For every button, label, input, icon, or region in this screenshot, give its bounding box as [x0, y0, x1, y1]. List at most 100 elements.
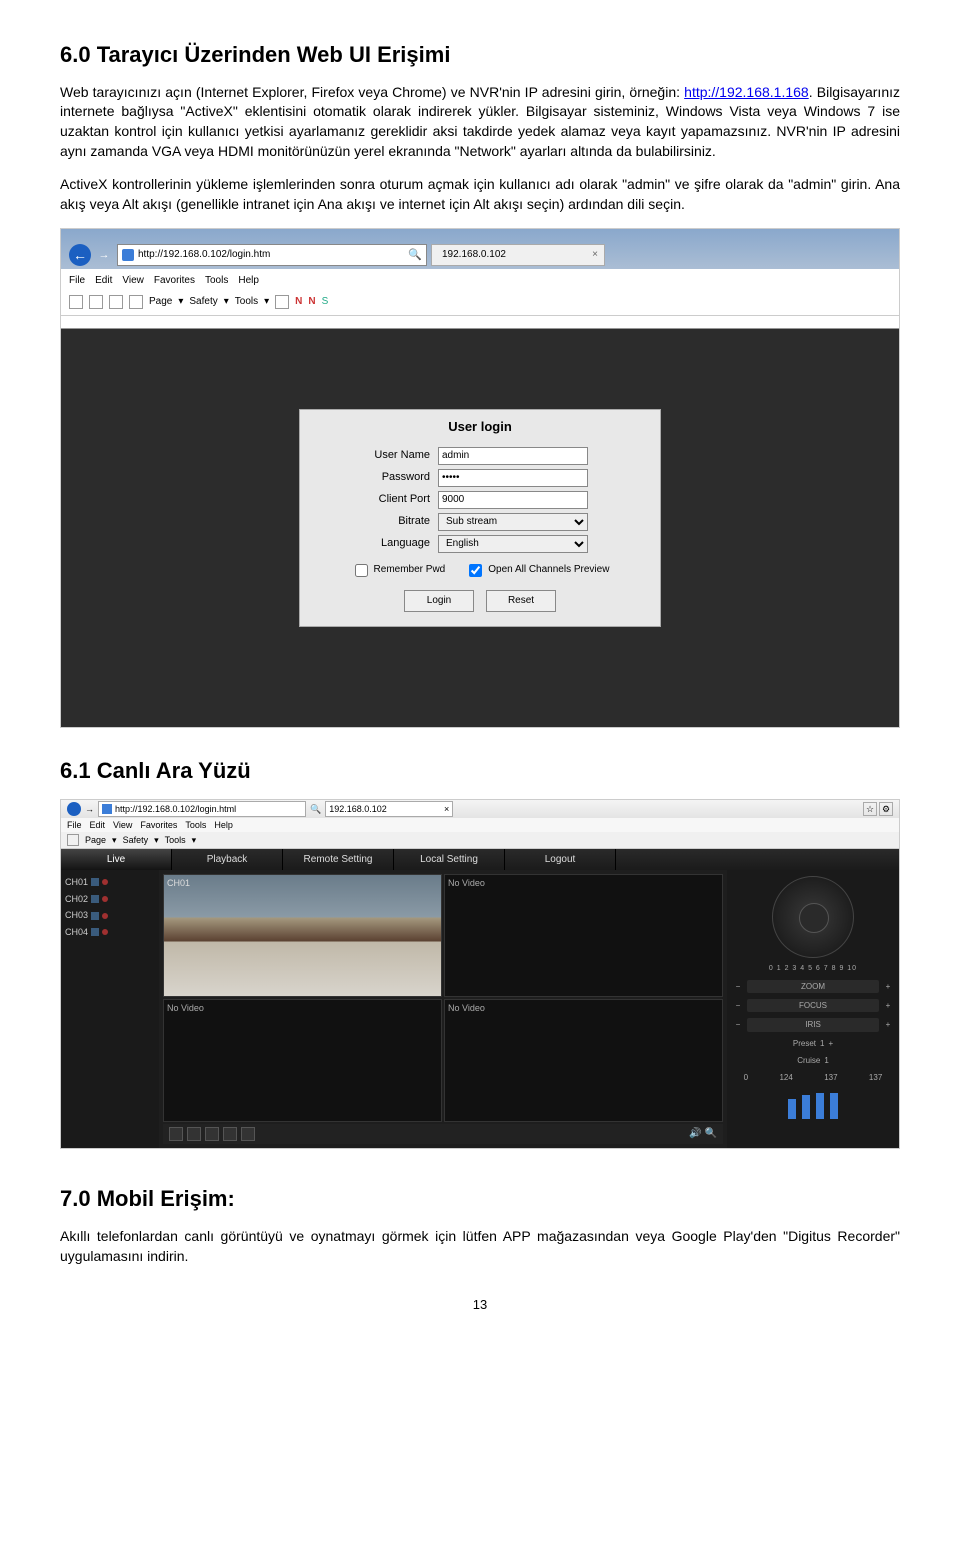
layout-1x1-icon[interactable]	[169, 1127, 183, 1141]
page-number: 13	[60, 1296, 900, 1314]
language-select[interactable]: English	[438, 535, 588, 553]
tb-safety[interactable]: Safety	[189, 295, 217, 309]
menu-view[interactable]: View	[122, 274, 144, 288]
menu-file-2[interactable]: File	[67, 819, 82, 832]
open-all-channels-checkbox[interactable]: Open All Channels Preview	[465, 561, 609, 580]
menu-edit[interactable]: Edit	[95, 274, 112, 288]
menu-help[interactable]: Help	[238, 274, 259, 288]
menu-edit-2[interactable]: Edit	[90, 819, 106, 832]
menu-view-2[interactable]: View	[113, 819, 132, 832]
tb-tools-2[interactable]: Tools	[165, 834, 186, 847]
tb-safety-2[interactable]: Safety	[123, 834, 149, 847]
login-button[interactable]: Login	[404, 590, 474, 612]
remember-pwd-checkbox[interactable]: Remember Pwd	[351, 561, 446, 580]
hue-bar[interactable]	[788, 1099, 796, 1119]
close-tab-icon[interactable]: ×	[592, 248, 598, 262]
app-nav-tabs: Live Playback Remote Setting Local Setti…	[61, 849, 899, 871]
video-cell-2[interactable]: No Video	[444, 874, 723, 997]
paragraph-7-0: Akıllı telefonlardan canlı görüntüyü ve …	[60, 1227, 900, 1266]
norton-icon-2[interactable]: N	[308, 295, 315, 309]
ch-rec-icon	[102, 913, 108, 919]
client-port-label: Client Port	[300, 492, 438, 507]
password-input[interactable]	[438, 469, 588, 487]
search-icon-2[interactable]: 🔍	[310, 803, 321, 816]
screenshot-live: → http://192.168.0.102/login.html 🔍 192.…	[60, 799, 900, 1149]
channel-ch04[interactable]: CH04	[65, 924, 155, 941]
focus-control[interactable]: −FOCUS+	[733, 999, 893, 1012]
address-bar[interactable]: http://192.168.0.102/login.htm 🔍	[117, 244, 427, 266]
ch-rec-icon	[102, 896, 108, 902]
channel-ch01[interactable]: CH01	[65, 874, 155, 891]
no-video-label: No Video	[167, 1002, 204, 1015]
browser-tab[interactable]: 192.168.0.102 ×	[431, 244, 605, 266]
norton-icon-1[interactable]: N	[295, 295, 302, 309]
home-icon[interactable]	[69, 295, 83, 309]
tb-page[interactable]: Page	[149, 295, 172, 309]
no-video-label: No Video	[448, 1002, 485, 1015]
tab-logout[interactable]: Logout	[505, 849, 616, 871]
help-icon[interactable]	[275, 295, 289, 309]
tab-live[interactable]: Live	[61, 849, 172, 871]
user-name-label: User Name	[300, 448, 438, 463]
screenshot-login: ← → http://192.168.0.102/login.htm 🔍 192…	[60, 228, 900, 728]
back-button-2[interactable]	[67, 802, 81, 816]
tab-local-setting[interactable]: Local Setting	[394, 849, 505, 871]
zoom-control[interactable]: −ZOOM+	[733, 980, 893, 993]
color-bars[interactable]	[788, 1089, 838, 1119]
cruise-row[interactable]: Cruise1	[797, 1055, 829, 1066]
channel-ch02[interactable]: CH02	[65, 891, 155, 908]
preset-row[interactable]: Preset1+	[793, 1038, 833, 1049]
client-port-input[interactable]	[438, 491, 588, 509]
video-cell-3[interactable]: No Video	[163, 999, 442, 1122]
tab-remote-setting[interactable]: Remote Setting	[283, 849, 394, 871]
tab-playback[interactable]: Playback	[172, 849, 283, 871]
layout-2x2-icon[interactable]	[187, 1127, 201, 1141]
tb-page-2[interactable]: Page	[85, 834, 106, 847]
speaker-icon[interactable]: 🔊 🔍	[689, 1127, 717, 1141]
home-icon-2[interactable]	[67, 834, 79, 846]
gear-icon[interactable]: ⚙	[879, 802, 893, 816]
tab-title: 192.168.0.102	[442, 248, 506, 262]
close-tab-icon-2[interactable]: ×	[444, 803, 449, 816]
ch-rec-icon	[102, 929, 108, 935]
layout-3x3-icon[interactable]	[205, 1127, 219, 1141]
video-cell-4[interactable]: No Video	[444, 999, 723, 1122]
print-icon[interactable]	[129, 295, 143, 309]
menu-favorites[interactable]: Favorites	[154, 274, 195, 288]
brightness-bar[interactable]	[802, 1095, 810, 1119]
nvr-ip-link[interactable]: http://192.168.1.168	[684, 84, 809, 100]
address-bar-2[interactable]: http://192.168.0.102/login.html	[98, 801, 306, 817]
back-button[interactable]: ←	[69, 244, 91, 266]
tb-tools[interactable]: Tools	[235, 295, 258, 309]
saturation-bar[interactable]	[830, 1093, 838, 1119]
search-icon[interactable]: 🔍	[408, 248, 422, 263]
paragraph-6-0-2: ActiveX kontrollerinin yükleme işlemleri…	[60, 175, 900, 214]
forward-button[interactable]: →	[95, 246, 113, 264]
menu-help-2[interactable]: Help	[214, 819, 233, 832]
menu-favorites-2[interactable]: Favorites	[140, 819, 177, 832]
login-dialog: User login User Name Password Client Por…	[299, 409, 661, 626]
star-icon[interactable]: ☆	[863, 802, 877, 816]
feed-icon[interactable]	[89, 295, 103, 309]
user-name-input[interactable]	[438, 447, 588, 465]
tab-title-2: 192.168.0.102	[329, 803, 387, 816]
browser-toolbar: Page▾ Safety▾ Tools▾ N N S	[61, 289, 899, 316]
menu-file[interactable]: File	[69, 274, 85, 288]
forward-button-2[interactable]: →	[85, 803, 94, 816]
bitrate-select[interactable]: Sub stream	[438, 513, 588, 531]
reset-button[interactable]: Reset	[486, 590, 556, 612]
layout-4x4-icon[interactable]	[223, 1127, 237, 1141]
iris-control[interactable]: −IRIS+	[733, 1018, 893, 1031]
channel-ch03[interactable]: CH03	[65, 907, 155, 924]
browser-tab-2[interactable]: 192.168.0.102 ×	[325, 801, 453, 817]
video-cell-1[interactable]: CH01	[163, 874, 442, 997]
paragraph-6-0-1: Web tarayıcınızı açın (Internet Explorer…	[60, 83, 900, 161]
mail-icon[interactable]	[109, 295, 123, 309]
ptz-dial[interactable]	[772, 876, 854, 958]
menu-tools[interactable]: Tools	[205, 274, 228, 288]
skype-icon[interactable]: S	[322, 295, 329, 309]
fullscreen-icon[interactable]	[241, 1127, 255, 1141]
heading-6-0: 6.0 Tarayıcı Üzerinden Web UI Erişimi	[60, 40, 900, 71]
contrast-bar[interactable]	[816, 1093, 824, 1119]
menu-tools-2[interactable]: Tools	[185, 819, 206, 832]
